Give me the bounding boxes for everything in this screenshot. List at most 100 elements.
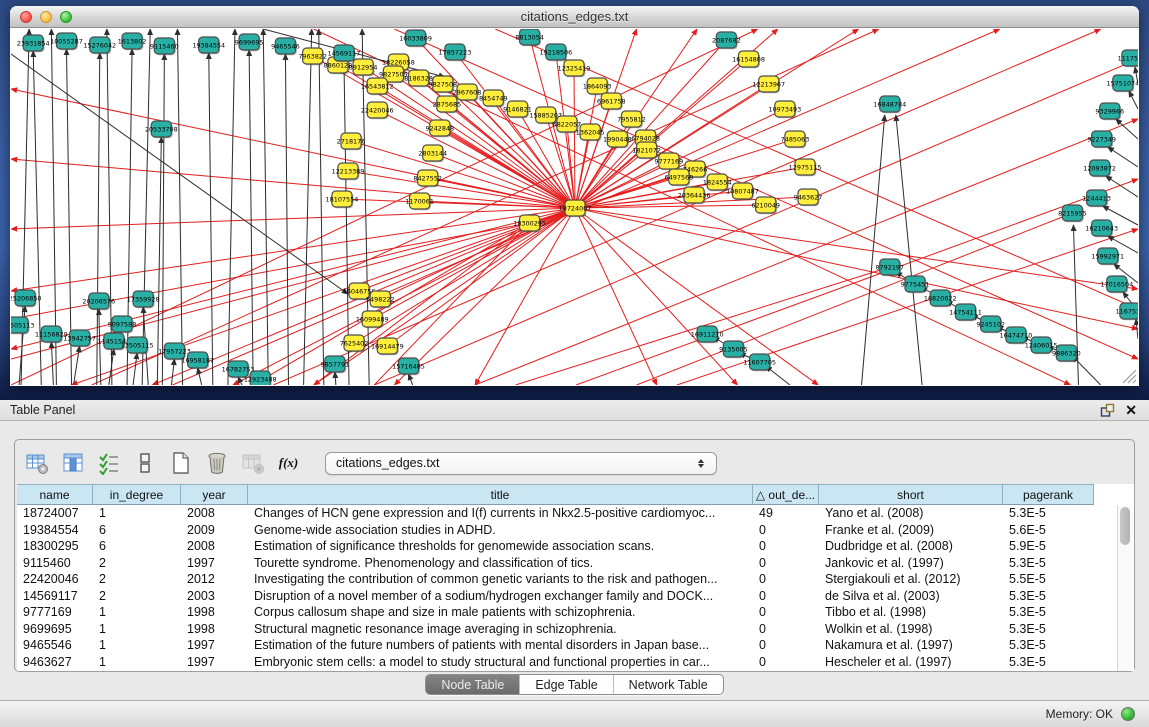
graph-node[interactable]: 12093872 [1083,160,1116,177]
table-row[interactable]: 946362711997Embryonic stem cells: a mode… [17,654,1134,671]
graph-node[interactable]: 7625402 [340,335,369,352]
graph-node[interactable]: 19384554 [192,37,225,54]
graph-node[interactable]: 5498222 [366,291,395,308]
graph-node[interactable]: 16820622 [924,290,957,307]
table-row[interactable]: 1872400712008Changes of HCN gene express… [17,505,1134,522]
close-panel-icon[interactable]: ✕ [1125,403,1137,418]
graph-node[interactable]: 12325419 [558,60,591,77]
graph-node[interactable]: 2803144 [418,145,447,162]
graph-node[interactable]: 16210643 [1085,220,1118,237]
graph-node[interactable]: 6497568 [665,169,694,186]
graph-node[interactable]: 18107554 [326,191,359,208]
column-header-out_degree[interactable]: △ out_de... [753,484,819,505]
graph-node[interactable]: 9886320 [1052,345,1081,362]
resize-grip-icon[interactable] [1123,370,1136,383]
column-header-year[interactable]: year [181,484,248,505]
graph-node[interactable]: 1990448 [603,131,632,148]
table-row[interactable]: 911546021997Tourette syndrome. Phenomeno… [17,555,1134,572]
graph-node[interactable]: 17857223 [439,44,472,61]
graph-node[interactable]: 22420046 [361,102,394,119]
column-header-name[interactable]: name [17,484,93,505]
table-options-button[interactable] [23,450,50,477]
graph-node[interactable]: 8813054 [515,29,544,46]
network-window-titlebar[interactable]: citations_edges.txt [10,6,1139,28]
graph-node[interactable]: 9699695 [235,34,264,51]
graph-node[interactable]: 16033809 [399,30,432,47]
table-scrollbar[interactable] [1117,505,1132,671]
graph-node[interactable]: 1117541 [1118,50,1138,67]
function-builder-button[interactable]: f(x) [275,450,302,477]
graph-node[interactable]: 6961758 [597,93,626,110]
delete-button[interactable] [203,450,230,477]
table-row[interactable]: 2242004622012Investigating the contribut… [17,571,1134,588]
graph-node[interactable]: 15992971 [1091,248,1124,265]
table-row[interactable]: 1456911722003Disruption of a novel membe… [17,588,1134,605]
graph-node[interactable]: 23931854 [17,35,50,52]
zoom-window-button[interactable] [60,11,72,23]
table-row[interactable]: 946554611997Estimation of the future num… [17,637,1134,654]
graph-node[interactable]: 16154808 [732,51,765,68]
graph-node[interactable]: 9097588 [108,316,137,333]
graph-node[interactable]: 25206850 [11,290,42,307]
graph-node[interactable]: 8215955 [1058,205,1087,222]
graph-node[interactable]: 12213389 [332,163,365,180]
graph-node[interactable]: 9777169 [655,153,684,170]
graph-node[interactable]: 1167530 [1116,303,1138,320]
tab-node-table[interactable]: Node Table [426,675,520,694]
column-header-pagerank[interactable]: pagerank [1003,484,1094,505]
scrollbar-thumb[interactable] [1120,507,1130,545]
graph-node[interactable]: 17016504 [1100,276,1133,293]
graph-node[interactable]: 1244413 [1082,190,1111,207]
graph-node[interactable]: 19218506 [539,44,572,61]
graph-node[interactable]: 9465546 [271,38,300,55]
table-row[interactable]: 969969511998Structural magnetic resonanc… [17,621,1134,638]
graph-node[interactable]: 16099489 [356,311,389,328]
new-file-button[interactable] [167,450,194,477]
graph-node[interactable]: 8427552 [413,170,442,187]
graph-node[interactable]: 2875685 [433,96,462,113]
network-graph-canvas[interactable]: 1872400718300295796382288601288912954182… [11,29,1138,385]
graph-node[interactable]: 9329966 [1095,103,1124,120]
graph-node[interactable]: 9227349 [1087,131,1116,148]
column-header-in_degree[interactable]: in_degree [93,484,181,505]
table-row[interactable]: 1938455462009Genome-wide association stu… [17,522,1134,539]
table-row[interactable]: 977716911998Corpus callosum shape and si… [17,604,1134,621]
graph-node[interactable]: 1362045 [576,124,605,141]
graph-node[interactable]: 15276042 [83,37,116,54]
graph-node[interactable]: 9115460 [150,38,179,55]
graph-node[interactable]: 7955812 [617,111,646,128]
graph-node[interactable]: 1613802 [118,33,147,50]
graph-node[interactable]: 13505113 [11,317,34,334]
graph-node[interactable]: 16848784 [873,96,906,113]
select-columns-button[interactable] [95,450,122,477]
minimize-window-button[interactable] [40,11,52,23]
graph-node[interactable]: 9775451 [901,276,930,293]
graph-node[interactable]: 9146821 [503,101,532,118]
graph-node[interactable]: 15751074 [1106,75,1138,92]
graph-node[interactable]: 10055287 [50,33,83,50]
column-header-short[interactable]: short [819,484,1003,505]
show-column-button[interactable] [59,450,86,477]
close-window-button[interactable] [20,11,32,23]
delete-table-button-disabled[interactable] [239,450,266,477]
graph-node[interactable]: 7485063 [781,131,810,148]
row-options-button[interactable] [131,450,158,477]
tab-edge-table[interactable]: Edge Table [520,675,613,694]
graph-node[interactable]: 9242848 [425,120,454,137]
memory-ok-indicator[interactable] [1121,707,1135,721]
float-panel-icon[interactable] [1100,403,1115,418]
table-row[interactable]: 1830029562008Estimation of significance … [17,538,1134,555]
graph-node[interactable]: 2087682 [712,32,741,49]
column-header-title[interactable]: title [248,484,753,505]
graph-node[interactable]: 6210049 [751,197,780,214]
table-selector[interactable]: citations_edges.txt [325,452,717,475]
graph-node[interactable]: 9135005 [719,341,748,358]
tab-network-table[interactable]: Network Table [614,675,723,694]
graph-node[interactable]: 17359928 [127,291,160,308]
graph-node[interactable]: 13942757 [63,330,96,347]
graph-node[interactable]: 1170061 [405,193,434,210]
graph-node[interactable]: 14754111 [949,304,982,321]
graph-node[interactable]: 10973493 [768,101,801,118]
graph-node[interactable]: 2718176 [337,133,366,150]
graph-node[interactable]: 9857791 [321,356,350,373]
